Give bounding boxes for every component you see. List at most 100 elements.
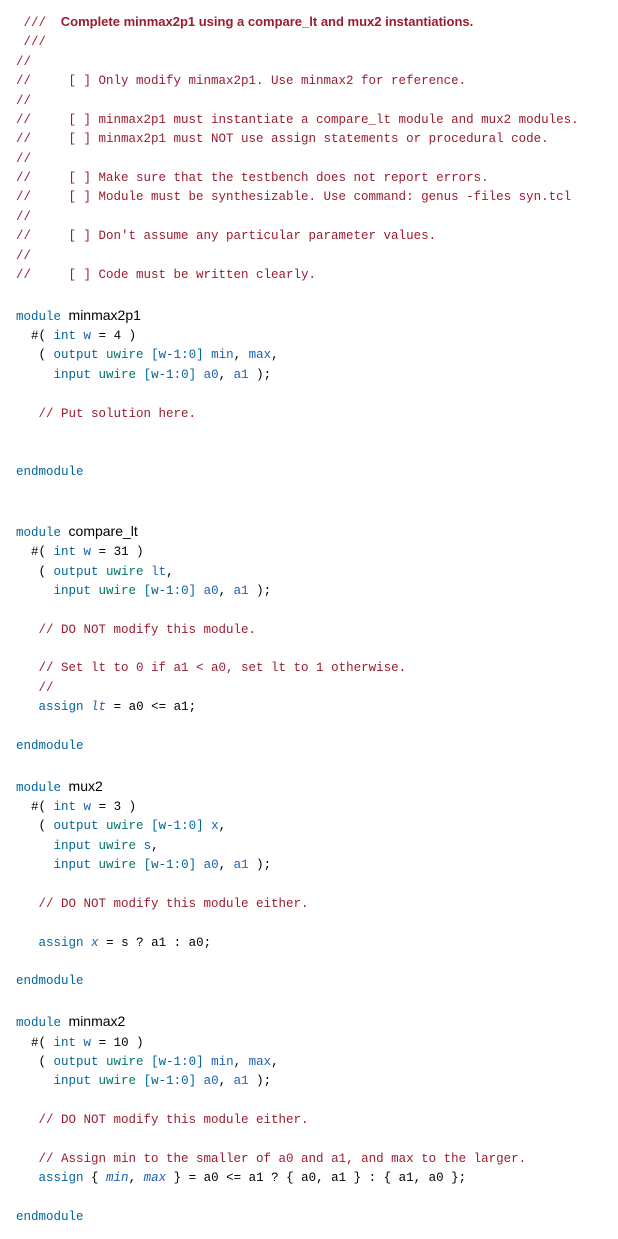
code-token bbox=[84, 700, 92, 714]
code-token bbox=[16, 426, 24, 440]
code-token bbox=[136, 839, 144, 853]
code-token bbox=[16, 720, 24, 734]
code-token: int bbox=[54, 1036, 77, 1050]
code-token bbox=[16, 1074, 54, 1088]
code-token bbox=[16, 839, 54, 853]
code-token bbox=[16, 623, 39, 637]
code-token bbox=[16, 1132, 24, 1146]
code-token: int bbox=[54, 329, 77, 343]
code-token: module bbox=[16, 526, 61, 540]
code-line bbox=[16, 1092, 602, 1111]
code-token: max bbox=[249, 348, 272, 362]
code-token bbox=[136, 584, 144, 598]
code-line: // DO NOT modify this module either. bbox=[16, 895, 602, 914]
code-token: , bbox=[219, 858, 234, 872]
code-token: int bbox=[54, 545, 77, 559]
code-token: output bbox=[54, 1055, 99, 1069]
code-token bbox=[76, 545, 84, 559]
code-token bbox=[204, 348, 212, 362]
code-line bbox=[16, 953, 602, 972]
code-token: // bbox=[39, 681, 54, 695]
code-token: a1 bbox=[234, 368, 249, 382]
code-token: lt bbox=[91, 700, 106, 714]
code-token: w bbox=[84, 800, 92, 814]
code-token bbox=[16, 700, 39, 714]
code-line: input uwire [w-1:0] a0, a1 ); bbox=[16, 582, 602, 601]
code-line: #( int w = 3 ) bbox=[16, 798, 602, 817]
code-token bbox=[99, 819, 107, 833]
code-token: module bbox=[16, 1016, 61, 1030]
code-token: ( bbox=[16, 348, 54, 362]
code-token: x bbox=[211, 819, 219, 833]
code-token bbox=[136, 1074, 144, 1088]
code-line bbox=[16, 1189, 602, 1208]
code-line: module minmax2p1 bbox=[16, 305, 602, 327]
code-token: [w-1:0] bbox=[144, 584, 197, 598]
code-token bbox=[76, 800, 84, 814]
code-line: // Assign min to the smaller of a0 and a… bbox=[16, 1150, 602, 1169]
code-token: = 31 ) bbox=[91, 545, 144, 559]
code-token: // Put solution here. bbox=[39, 407, 197, 421]
code-token: , bbox=[219, 819, 227, 833]
code-token: // bbox=[16, 94, 31, 108]
code-token bbox=[16, 1094, 24, 1108]
code-token: a1 bbox=[234, 584, 249, 598]
code-token: // [ ] Make sure that the testbench does… bbox=[16, 171, 489, 185]
code-token: = 3 ) bbox=[91, 800, 136, 814]
code-token bbox=[16, 407, 39, 421]
code-line bbox=[16, 1130, 602, 1149]
code-token bbox=[144, 565, 152, 579]
code-token: [w-1:0] bbox=[144, 858, 197, 872]
code-token bbox=[144, 348, 152, 362]
code-token: [w-1:0] bbox=[144, 368, 197, 382]
code-token bbox=[204, 1055, 212, 1069]
code-token: [w-1:0] bbox=[151, 348, 204, 362]
code-token bbox=[99, 348, 107, 362]
code-token: a1 bbox=[234, 1074, 249, 1088]
code-token bbox=[61, 1016, 69, 1030]
code-token bbox=[196, 1074, 204, 1088]
code-token: #( bbox=[16, 545, 54, 559]
code-token: min bbox=[211, 1055, 234, 1069]
code-line: // [ ] Make sure that the testbench does… bbox=[16, 169, 602, 188]
code-token: ); bbox=[249, 584, 272, 598]
code-line: ( output uwire lt, bbox=[16, 563, 602, 582]
code-token bbox=[16, 287, 24, 301]
code-token: // bbox=[16, 152, 31, 166]
code-line: // [ ] Code must be written clearly. bbox=[16, 266, 602, 285]
code-token bbox=[16, 858, 54, 872]
code-token bbox=[16, 387, 24, 401]
code-token: ); bbox=[249, 858, 272, 872]
code-token: uwire bbox=[106, 348, 144, 362]
code-token bbox=[136, 368, 144, 382]
code-line: /// bbox=[16, 33, 602, 52]
code-token: output bbox=[54, 565, 99, 579]
code-token: module bbox=[16, 310, 61, 324]
code-line bbox=[16, 992, 602, 1011]
code-token: #( bbox=[16, 329, 54, 343]
code-token bbox=[16, 503, 24, 517]
code-token: input bbox=[54, 858, 92, 872]
code-token: min bbox=[106, 1171, 129, 1185]
code-token: // DO NOT modify this module either. bbox=[39, 897, 309, 911]
code-line: module minmax2 bbox=[16, 1011, 602, 1033]
code-token: ( bbox=[16, 819, 54, 833]
code-line: endmodule bbox=[16, 1208, 602, 1227]
code-line: // bbox=[16, 150, 602, 169]
code-token: minmax2p1 bbox=[69, 307, 141, 323]
code-token: s bbox=[144, 839, 152, 853]
code-token: module bbox=[16, 781, 61, 795]
code-token bbox=[99, 1055, 107, 1069]
code-line: // Put solution here. bbox=[16, 405, 602, 424]
code-token bbox=[196, 584, 204, 598]
code-token: a0 bbox=[204, 584, 219, 598]
code-token: output bbox=[54, 819, 99, 833]
code-token bbox=[16, 878, 24, 892]
code-line: // bbox=[16, 92, 602, 111]
code-line: // bbox=[16, 53, 602, 72]
code-line: module mux2 bbox=[16, 776, 602, 798]
code-line bbox=[16, 756, 602, 775]
code-line: // [ ] Only modify minmax2p1. Use minmax… bbox=[16, 72, 602, 91]
code-token: endmodule bbox=[16, 974, 84, 988]
code-token: , bbox=[271, 1055, 279, 1069]
